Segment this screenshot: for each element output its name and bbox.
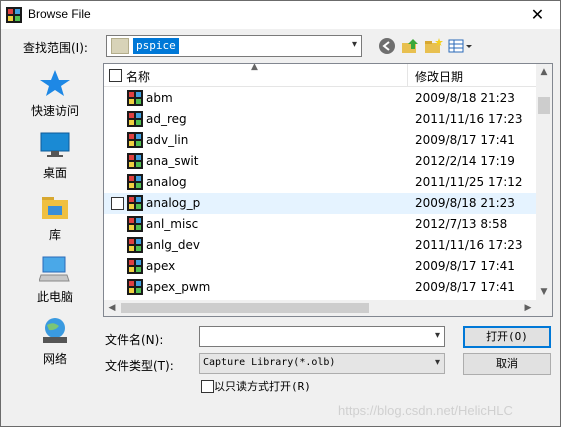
filetype-select[interactable]: Capture Library(*.olb) ▾ — [199, 353, 445, 374]
column-divider[interactable] — [407, 64, 408, 86]
file-date: 2011/11/25 17:12 — [415, 175, 523, 189]
place-label: 库 — [48, 228, 61, 242]
vertical-scroll-thumb[interactable] — [538, 97, 550, 114]
title-bar: Browse File ✕ — [1, 1, 560, 29]
filename-field[interactable]: ▾ — [199, 326, 445, 347]
filetype-label: 文件类型(T): — [105, 359, 174, 373]
readonly-label[interactable]: 以只读方式打开(R) — [214, 378, 311, 394]
desktop-icon — [40, 132, 70, 157]
horizontal-scroll-thumb[interactable] — [121, 303, 369, 313]
file-list: ▲ 名称 修改日期 abm 2009/8/18 21:23 ad_reg 2011/1… — [103, 63, 553, 317]
file-row[interactable]: adv_lin 2009/8/17 17:41 — [104, 130, 536, 151]
place-library[interactable]: 库 — [11, 193, 99, 249]
file-name: adv_lin — [146, 133, 189, 147]
olb-file-icon — [127, 237, 143, 253]
place-label: 网络 — [42, 352, 67, 366]
cancel-button[interactable]: 取消 — [463, 353, 551, 375]
file-name: analog — [146, 175, 187, 189]
olb-file-icon — [127, 111, 143, 127]
file-row[interactable]: abm 2009/8/18 21:23 — [104, 88, 536, 109]
olb-file-icon — [127, 132, 143, 148]
app-icon — [6, 7, 22, 23]
browse-file-dialog: Browse File ✕ 查找范围(I): pspice ▾ 快速访问 桌面 … — [0, 0, 561, 427]
chevron-down-icon: ▾ — [351, 39, 357, 50]
open-button[interactable]: 打开(O) — [463, 326, 551, 348]
file-name: apex_pwm — [146, 280, 211, 294]
back-icon[interactable] — [378, 37, 398, 55]
sort-up-icon: ▲ — [251, 63, 258, 72]
place-this-pc[interactable]: 此电脑 — [11, 255, 99, 311]
place-network[interactable]: 网络 — [11, 317, 99, 373]
scroll-left-icon[interactable]: ◀ — [104, 300, 120, 316]
folder-icon — [111, 38, 129, 54]
lookin-label: 查找范围(I): — [23, 41, 88, 55]
file-date: 2009/8/17 17:41 — [415, 133, 515, 147]
scroll-right-icon[interactable]: ▶ — [520, 300, 536, 316]
file-row[interactable]: anl_misc 2012/7/13 8:58 — [104, 214, 536, 235]
file-date: 2009/8/18 21:23 — [415, 196, 515, 210]
list-header: ▲ 名称 修改日期 — [104, 64, 536, 87]
scroll-down-icon[interactable]: ▼ — [536, 284, 552, 300]
file-name: analog_p — [146, 196, 201, 210]
olb-file-icon — [127, 90, 143, 106]
scroll-up-icon[interactable]: ▲ — [536, 64, 552, 80]
file-row[interactable]: anlg_dev 2011/11/16 17:23 — [104, 235, 536, 256]
olb-file-icon — [127, 279, 143, 295]
readonly-checkbox[interactable] — [201, 380, 214, 393]
window-title: Browse File — [28, 7, 91, 21]
file-date: 2011/11/16 17:23 — [415, 112, 523, 126]
file-row[interactable]: apex_pwm 2009/8/17 17:41 — [104, 277, 536, 298]
olb-file-icon — [127, 153, 143, 169]
select-all-checkbox[interactable] — [109, 69, 122, 82]
horizontal-scrollbar[interactable]: ◀ ▶ — [104, 300, 536, 316]
computer-icon — [39, 256, 70, 282]
file-date: 2009/8/17 17:41 — [415, 280, 515, 294]
view-menu-icon[interactable] — [448, 37, 474, 55]
filetype-value: Capture Library(*.olb) — [203, 357, 336, 368]
column-name-header[interactable]: 名称 — [126, 68, 150, 85]
file-date: 2012/2/14 17:19 — [415, 154, 515, 168]
chevron-down-icon[interactable]: ▾ — [435, 330, 440, 341]
filename-label: 文件名(N): — [105, 333, 164, 347]
file-name: anlg_dev — [146, 238, 201, 252]
olb-file-icon — [127, 174, 143, 190]
file-row[interactable]: ana_swit 2012/2/14 17:19 — [104, 151, 536, 172]
olb-file-icon — [127, 258, 143, 274]
library-folder-icon — [42, 197, 68, 219]
file-row[interactable]: ad_reg 2011/11/16 17:23 — [104, 109, 536, 130]
olb-file-icon — [127, 216, 143, 232]
lookin-combo[interactable]: pspice ▾ — [106, 35, 362, 57]
file-name: abm — [146, 91, 173, 105]
file-date: 2009/8/18 21:23 — [415, 91, 515, 105]
file-name: ana_swit — [146, 154, 199, 168]
vertical-scrollbar[interactable]: ▲ ▼ — [536, 64, 552, 300]
place-label: 桌面 — [42, 166, 67, 180]
star-icon — [40, 70, 70, 96]
olb-file-icon — [127, 195, 143, 211]
file-row[interactable]: analog_p 2009/8/18 21:23 — [104, 193, 536, 214]
new-folder-icon[interactable] — [424, 37, 444, 55]
file-date: 2011/11/16 17:23 — [415, 238, 523, 252]
close-button[interactable]: ✕ — [515, 1, 560, 29]
scroll-corner — [536, 300, 552, 316]
file-date: 2009/8/17 17:41 — [415, 259, 515, 273]
file-name: ad_reg — [146, 112, 187, 126]
watermark: https://blog.csdn.net/HelicHLC — [338, 403, 513, 418]
network-globe-icon — [43, 318, 67, 343]
chevron-down-icon: ▾ — [434, 357, 440, 368]
file-name: apex — [146, 259, 176, 273]
lookin-value: pspice — [133, 38, 179, 54]
place-label: 此电脑 — [36, 290, 73, 304]
column-date-header[interactable]: 修改日期 — [415, 68, 463, 85]
place-label: 快速访问 — [30, 104, 79, 118]
file-name: anl_misc — [146, 217, 199, 231]
file-row[interactable]: analog 2011/11/25 17:12 — [104, 172, 536, 193]
place-desktop[interactable]: 桌面 — [11, 131, 99, 187]
up-folder-icon[interactable] — [401, 37, 421, 55]
file-date: 2012/7/13 8:58 — [415, 217, 508, 231]
row-checkbox[interactable] — [111, 197, 124, 210]
file-row[interactable]: apex 2009/8/17 17:41 — [104, 256, 536, 277]
place-quick-access[interactable]: 快速访问 — [11, 69, 99, 125]
